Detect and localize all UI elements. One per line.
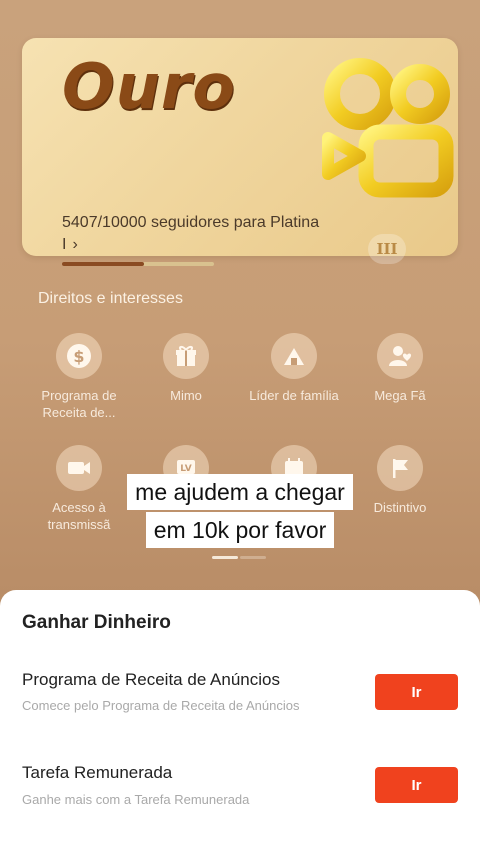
perk-programa-receita[interactable]: $ Programa de Receita de... bbox=[25, 333, 133, 421]
caption-text: em 10k por favor bbox=[145, 512, 335, 548]
svg-text:LV: LV bbox=[180, 464, 191, 474]
perk-lider-familia[interactable]: Líder de família bbox=[240, 333, 348, 404]
pager-dot bbox=[240, 556, 266, 559]
level-badge: III bbox=[368, 234, 406, 264]
task-title: Programa de Receita de Anúncios bbox=[22, 670, 280, 689]
perk-label: Programa de Receita de... bbox=[41, 388, 117, 420]
caption-text: me ajudem a chegar bbox=[127, 474, 353, 510]
progress-text[interactable]: 5407/10000 seguidores para Platina I › bbox=[62, 212, 322, 256]
task-title: Tarefa Remunerada bbox=[22, 763, 173, 782]
tier-title: Ouro bbox=[62, 50, 237, 123]
progress-bar-fill bbox=[62, 262, 145, 266]
person-heart-icon bbox=[377, 333, 423, 379]
pager-dot-active bbox=[212, 556, 238, 559]
perk-label: Mega Fã bbox=[374, 388, 426, 403]
perk-mega-fa[interactable]: Mega Fã bbox=[346, 333, 454, 404]
task-subtitle: Ganhe mais com a Tarefa Remunerada bbox=[22, 792, 250, 807]
pager-indicator bbox=[212, 556, 268, 559]
perk-label: Mimo bbox=[170, 388, 202, 403]
gift-icon bbox=[163, 333, 209, 379]
go-button-paid-task[interactable]: Ir bbox=[375, 767, 458, 803]
earn-money-sheet: Ganhar Dinheiro Programa de Receita de A… bbox=[0, 590, 480, 848]
perk-mimo[interactable]: Mimo bbox=[132, 333, 240, 404]
progress-bar bbox=[62, 262, 214, 266]
kwai-logo-icon bbox=[322, 58, 454, 198]
tier-card: Ouro 5407/10000 seguidores para Platina … bbox=[22, 38, 458, 266]
dollar-coin-icon: $ bbox=[56, 333, 102, 379]
svg-text:$: $ bbox=[73, 347, 84, 366]
task-subtitle: Comece pelo Programa de Receita de Anúnc… bbox=[22, 698, 300, 713]
perks-section-title: Direitos e interesses bbox=[38, 290, 183, 307]
go-button-ad-revenue[interactable]: Ir bbox=[375, 674, 458, 710]
house-icon bbox=[271, 333, 317, 379]
video-caption-line-2: em 10k por favor bbox=[0, 512, 480, 548]
perk-label: Líder de família bbox=[249, 388, 339, 403]
video-caption-line-1: me ajudem a chegar bbox=[0, 474, 480, 510]
chevron-right-icon: › bbox=[72, 236, 78, 253]
progress-label: 5407/10000 seguidores para Platina I bbox=[62, 214, 320, 253]
sheet-title: Ganhar Dinheiro bbox=[22, 612, 171, 633]
